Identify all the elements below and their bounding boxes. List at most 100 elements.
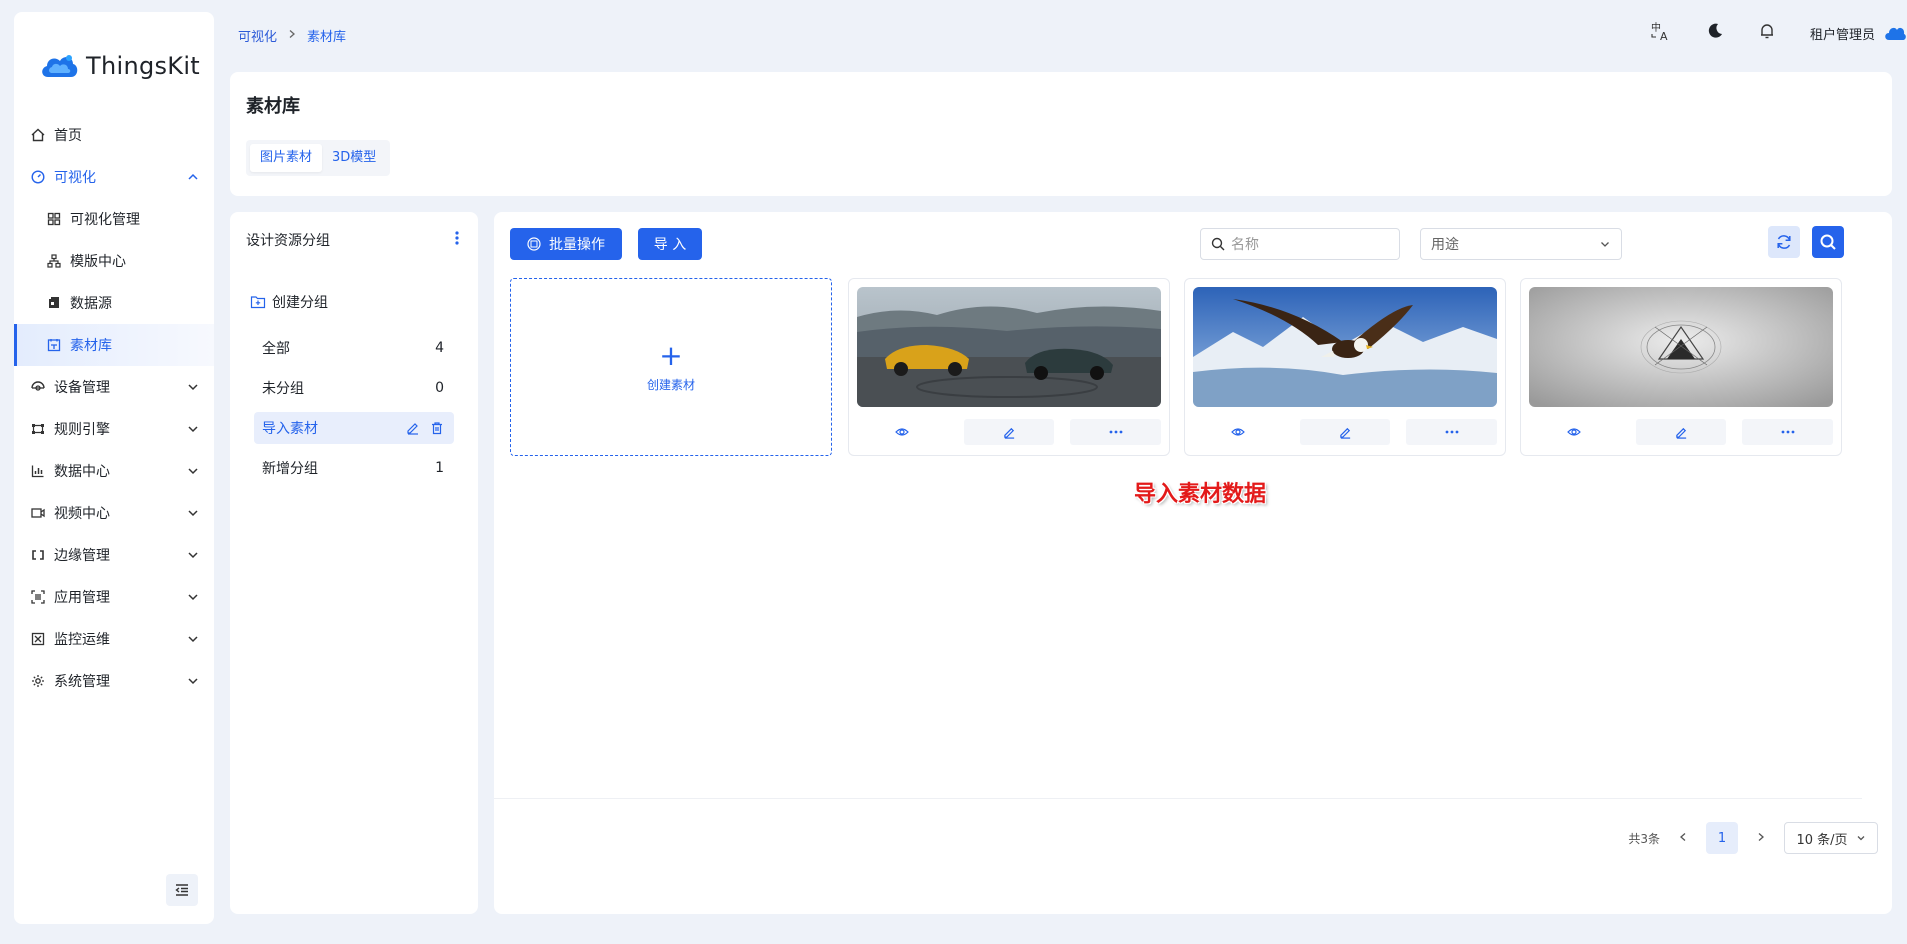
material-actions	[857, 419, 1162, 445]
database-icon	[46, 295, 62, 311]
edit-button[interactable]	[963, 419, 1055, 445]
page-size-label: 10 条/页	[1796, 832, 1848, 848]
sidebar-item-video-center[interactable]: 视频中心	[14, 492, 214, 534]
chevron-down-icon	[188, 552, 198, 559]
sidebar-item-rule-engine[interactable]: 规则引擎	[14, 408, 214, 450]
sidebar-item-label: 视频中心	[54, 506, 110, 522]
group-item-label: 全部	[262, 341, 290, 357]
purpose-select[interactable]: 用途	[1420, 228, 1622, 260]
sidebar-item-label: 首页	[54, 128, 82, 144]
material-card[interactable]	[848, 278, 1170, 456]
material-image-eagle[interactable]	[1193, 287, 1497, 407]
search-placeholder: 名称	[1231, 237, 1259, 253]
overlay-caption: 导入素材数据	[1134, 482, 1267, 507]
more-button[interactable]	[1742, 419, 1834, 445]
page-number-current[interactable]: 1	[1706, 822, 1738, 854]
sidebar-item-visualization-manage[interactable]: 可视化管理	[14, 198, 214, 240]
group-item-imported[interactable]: 导入素材	[254, 412, 454, 444]
chevron-down-icon	[1601, 242, 1609, 247]
group-item-new[interactable]: 新增分组 1	[254, 452, 454, 484]
sidebar-item-data-center[interactable]: 数据中心	[14, 450, 214, 492]
material-type-tabs: 图片素材 3D模型	[246, 140, 391, 176]
app-logo[interactable]: ThingsKit	[14, 12, 214, 92]
sidebar-item-home[interactable]: 首页	[14, 114, 214, 156]
more-horizontal-icon	[1781, 430, 1795, 434]
preview-button[interactable]	[857, 419, 948, 445]
video-icon	[30, 505, 46, 521]
material-image-abstract-logo[interactable]	[1529, 287, 1833, 407]
sidebar-item-datasource[interactable]: 数据源	[14, 282, 214, 324]
breadcrumb-separator-icon	[287, 28, 297, 43]
pagination-total: 共3条	[1628, 831, 1660, 846]
sidebar: ThingsKit 首页 可视化 可视化管理 模版中心 数据源 素材库 设备管理…	[14, 12, 214, 924]
group-item-ungrouped[interactable]: 未分组 0	[254, 372, 454, 404]
sidebar-item-label: 设备管理	[54, 380, 110, 396]
group-item-all[interactable]: 全部 4	[254, 332, 454, 364]
sidebar-item-material-library[interactable]: 素材库	[14, 324, 214, 366]
refresh-button[interactable]	[1768, 226, 1800, 258]
chevron-up-icon	[188, 173, 198, 180]
sidebar-item-label: 数据中心	[54, 464, 110, 480]
picture-icon	[46, 337, 62, 353]
material-image-sports-cars[interactable]	[857, 287, 1161, 407]
group-item-count: 1	[435, 460, 444, 476]
sidebar-item-label: 边缘管理	[54, 548, 110, 564]
more-vertical-icon[interactable]	[454, 230, 460, 250]
more-button[interactable]	[1070, 419, 1162, 445]
tab-3d-model[interactable]: 3D模型	[322, 144, 386, 172]
more-horizontal-icon	[1445, 430, 1459, 434]
sidebar-item-device-manage[interactable]: 设备管理	[14, 366, 214, 408]
preview-button[interactable]	[1529, 419, 1620, 445]
tab-image-material[interactable]: 图片素材	[250, 144, 323, 172]
breadcrumb: 可视化 素材库	[238, 26, 346, 45]
more-button[interactable]	[1406, 419, 1498, 445]
sidebar-item-app-manage[interactable]: 应用管理	[14, 576, 214, 618]
sidebar-item-label: 可视化	[54, 170, 96, 186]
username[interactable]: 租户管理员	[1810, 24, 1875, 43]
material-card[interactable]	[1184, 278, 1506, 456]
name-search-input[interactable]: 名称	[1200, 228, 1400, 260]
group-item-label: 导入素材	[262, 421, 318, 437]
breadcrumb-current: 素材库	[307, 30, 347, 45]
page-size-select[interactable]: 10 条/页	[1784, 822, 1878, 854]
language-icon[interactable]: 中A	[1650, 20, 1672, 46]
sidebar-item-system-manage[interactable]: 系统管理	[14, 660, 214, 702]
eye-icon	[1231, 428, 1246, 436]
sidebar-item-label: 可视化管理	[70, 212, 140, 228]
breadcrumb-parent[interactable]: 可视化	[238, 26, 277, 45]
topbar: 可视化 素材库 中A 租户管理员	[230, 0, 1907, 68]
edit-button[interactable]	[1299, 419, 1391, 445]
sidebar-item-label: 规则引擎	[54, 422, 110, 438]
menu-fold-icon	[175, 884, 188, 896]
sidebar-item-visualization[interactable]: 可视化	[14, 156, 214, 198]
page-title: 素材库	[246, 96, 300, 117]
chevron-down-icon	[188, 426, 198, 433]
group-panel-title: 设计资源分组	[246, 233, 330, 249]
create-group-button[interactable]: 创建分组	[250, 292, 328, 312]
create-material-card[interactable]: + 创建素材	[510, 278, 832, 456]
next-page-icon[interactable]	[1756, 831, 1766, 845]
prev-page-icon[interactable]	[1678, 831, 1688, 845]
edit-icon	[1675, 427, 1686, 439]
sidebar-item-monitor-ops[interactable]: 监控运维	[14, 618, 214, 660]
import-button[interactable]: 导 入	[638, 228, 702, 260]
preview-button[interactable]	[1193, 419, 1284, 445]
dark-mode-icon[interactable]	[1706, 22, 1724, 44]
batch-operation-button[interactable]: 批量操作	[510, 228, 622, 260]
notification-bell-icon[interactable]	[1758, 22, 1776, 44]
delete-icon[interactable]	[430, 421, 444, 435]
search-button[interactable]	[1812, 226, 1844, 258]
material-actions	[1193, 419, 1498, 445]
edit-button[interactable]	[1635, 419, 1727, 445]
collapse-sidebar-button[interactable]	[166, 874, 198, 906]
material-card[interactable]	[1520, 278, 1842, 456]
chevron-down-icon	[188, 678, 198, 685]
material-actions	[1529, 419, 1834, 445]
sidebar-item-template-center[interactable]: 模版中心	[14, 240, 214, 282]
avatar[interactable]	[1883, 24, 1907, 42]
edit-icon[interactable]	[406, 421, 420, 435]
sidebar-item-edge-manage[interactable]: 边缘管理	[14, 534, 214, 576]
monitor-icon	[30, 631, 46, 647]
material-panel: 批量操作 导 入 名称 用途 + 创建素材 导入素材数据 共3条 1 10 条/…	[494, 212, 1892, 914]
refresh-icon	[1777, 235, 1791, 249]
